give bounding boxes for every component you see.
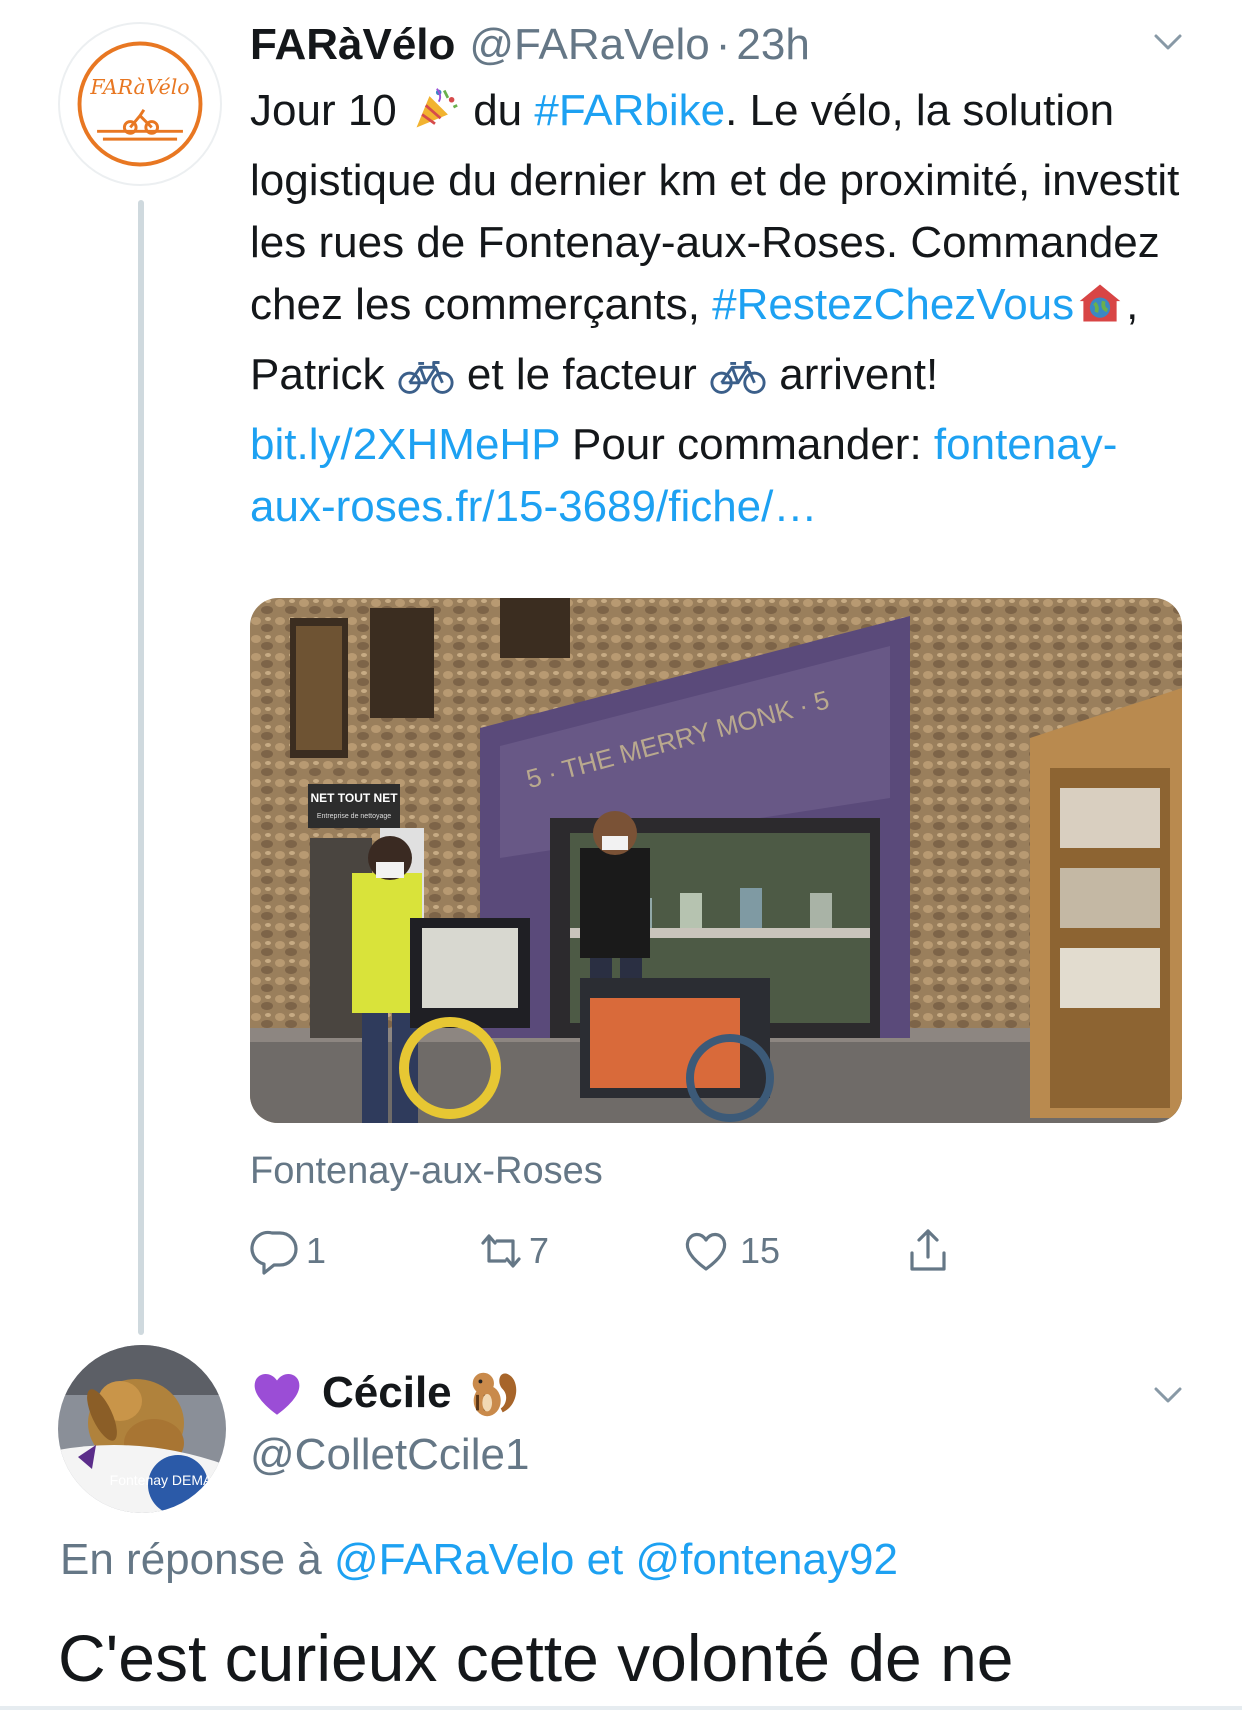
retweet-button[interactable]: 7 (475, 1225, 549, 1277)
reply-author-handle[interactable]: @ColletCcile1 (250, 1430, 529, 1480)
share-button[interactable] (902, 1225, 954, 1277)
author-handle[interactable]: @FARaVelo (469, 20, 709, 70)
chevron-down-icon[interactable] (1148, 22, 1188, 62)
tweet-location[interactable]: Fontenay-aux-Roses (250, 1150, 603, 1193)
tweet-text-segment: arrivent! (767, 350, 939, 399)
retweet-count: 7 (529, 1230, 550, 1271)
reply-count: 1 (306, 1230, 327, 1271)
logo-text: FARàVélo (89, 75, 189, 99)
tweet-text: Jour 10 du #FARbike. Le vélo, la solutio… (250, 80, 1180, 538)
divider (0, 1706, 1242, 1710)
reply-prefix: En réponse à (60, 1535, 322, 1584)
house-with-globe-emoji (1074, 279, 1126, 344)
party-popper-emoji (409, 85, 461, 150)
cecile-avatar[interactable]: Fontenay DEMAIN (58, 1345, 226, 1513)
like-button[interactable]: 15 (680, 1225, 780, 1277)
side-shop-sign: NET TOUT NET (310, 791, 398, 805)
author-display-name[interactable]: FARàVélo (250, 20, 455, 70)
chipmunk-emoji (472, 1372, 516, 1417)
side-shop-subsign: Entreprise de nettoyage (317, 813, 391, 820)
rabbit-avatar-icon: Fontenay DEMAIN (58, 1345, 226, 1513)
reply-mention-fontenay92[interactable]: @fontenay92 (636, 1535, 898, 1584)
reply-menu-chevron-icon[interactable] (1148, 1375, 1188, 1415)
faravelo-logo-icon: FARàVélo (77, 41, 203, 167)
faravelo-avatar[interactable]: FARàVélo (58, 22, 222, 186)
bicycle-emoji (709, 352, 767, 414)
tweet-photo[interactable]: NET TOUT NET Entreprise de nettoyage 5 ·… (250, 598, 1182, 1123)
tweet-header: FARàVélo @FARaVelo · 23h (250, 20, 810, 76)
like-count: 15 (740, 1230, 781, 1271)
tweet-text-segment: du (460, 86, 535, 135)
tweet-text-segment: Pour commander: (559, 420, 934, 469)
reply-header: Cécile (250, 1365, 522, 1421)
reply-icon (250, 1230, 298, 1275)
bicycle-emoji (397, 352, 455, 414)
reply-mention-faravelo[interactable]: @FARaVelo (334, 1535, 574, 1584)
share-icon (910, 1229, 946, 1271)
reply-text: C'est curieux cette volonté de ne (58, 1621, 1014, 1695)
reply-button[interactable]: 1 (250, 1225, 326, 1277)
tweet-actions: 1 7 15 (250, 1225, 1070, 1285)
tweet-link[interactable]: bit.ly/2XHMeHP (250, 420, 560, 469)
tweet-time[interactable]: 23h (736, 20, 809, 70)
heart-icon (685, 1232, 727, 1271)
tweet-text-segment: et le facteur (454, 350, 710, 399)
reply-context: En réponse à @FARaVelo et @fontenay92 (60, 1535, 898, 1585)
tweet-link[interactable]: #RestezChezVous (712, 280, 1074, 329)
purple-heart-emoji (254, 1374, 300, 1415)
avatar-caption: Fontenay DEMAIN (110, 1472, 226, 1488)
reply-author-display-name[interactable]: Cécile (322, 1368, 452, 1418)
tweet-text-segment: Jour 10 (250, 86, 409, 135)
thread-connector-line (138, 200, 144, 1335)
reply-connector: et (586, 1535, 624, 1584)
meta-separator: · (715, 20, 731, 69)
tweet-link[interactable]: #FARbike (534, 86, 725, 135)
retweet-icon (481, 1234, 521, 1268)
